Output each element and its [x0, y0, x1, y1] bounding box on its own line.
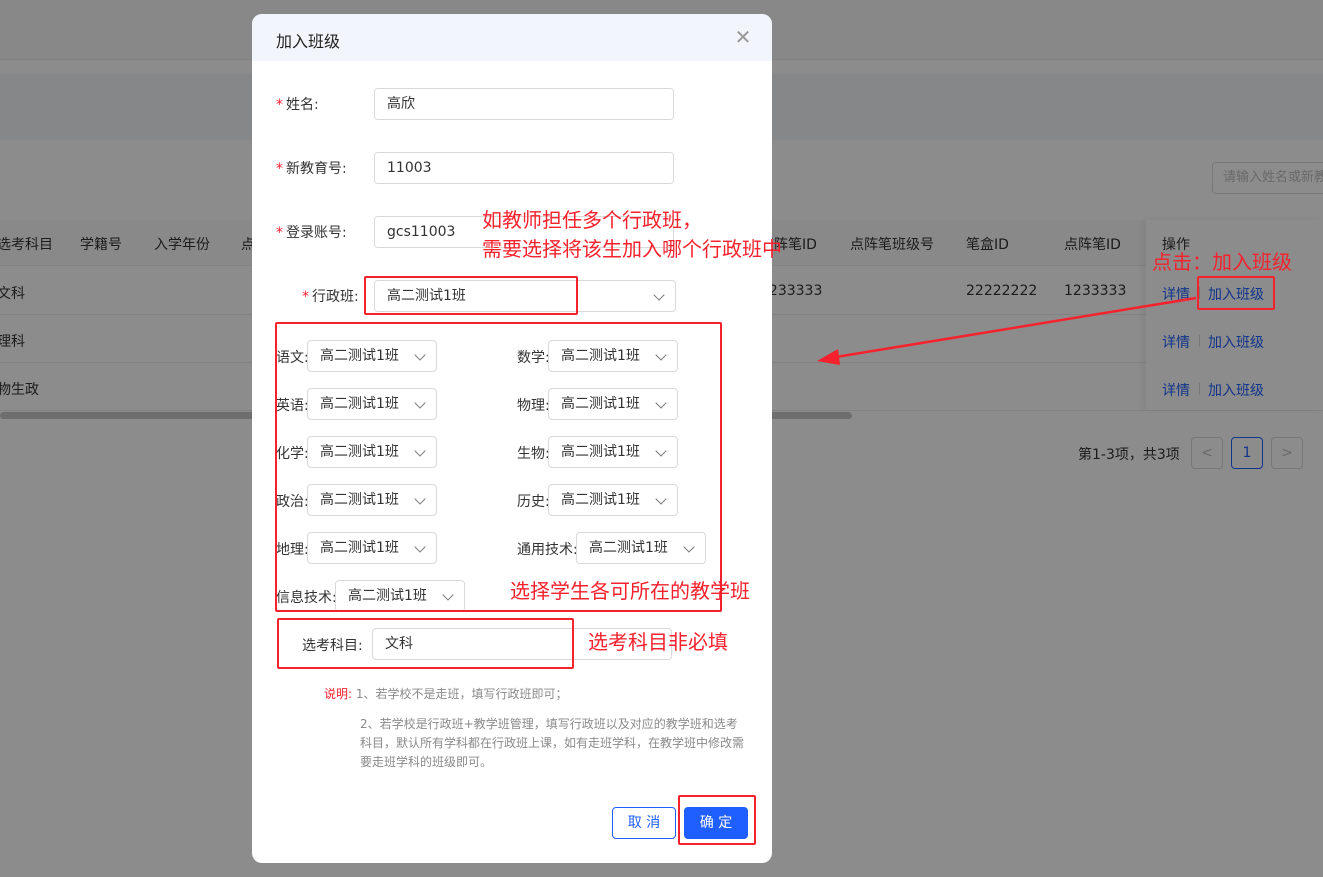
annotation-teaching-class-note: 选择学生各可所在的教学班 [510, 579, 750, 603]
annotation-box-exam-subject [277, 618, 574, 669]
cancel-button[interactable]: 取 消 [612, 807, 676, 839]
annotation-click-note: 点击：加入班级 [1152, 250, 1292, 274]
name-label: * 姓名: [276, 97, 319, 113]
annotation-teacher-note-1: 如教师担任多个行政班， [482, 208, 702, 232]
annotation-box-confirm [678, 795, 756, 845]
chevron-down-icon [653, 289, 665, 301]
name-field[interactable]: 高欣 [374, 88, 674, 120]
admin-class-label: * 行政班: [302, 289, 359, 305]
annotation-box-teaching-classes [275, 322, 722, 612]
edu-id-label: * 新教育号: [276, 161, 347, 177]
annotation-teacher-note-2: 需要选择将该生加入哪个行政班中 [482, 237, 782, 261]
annotation-box-join-link [1197, 276, 1275, 310]
annotation-box-admin-class [364, 276, 578, 315]
close-icon[interactable]: ✕ [732, 26, 754, 48]
modal-title: 加入班级 [276, 32, 341, 51]
notes-line-2: 2、若学校是行政班+教学班管理，填写行政班以及对应的教学班和选考 科目，默认所有… [360, 717, 745, 769]
account-label: * 登录账号: [276, 225, 347, 241]
annotation-optional-note: 选考科目非必填 [588, 630, 728, 654]
edu-id-field[interactable]: 11003 [374, 152, 674, 184]
modal-header: 加入班级 ✕ [252, 14, 772, 61]
notes-line-1: 说明: 1、若学校不是走班，填写行政班即可； [324, 687, 568, 701]
